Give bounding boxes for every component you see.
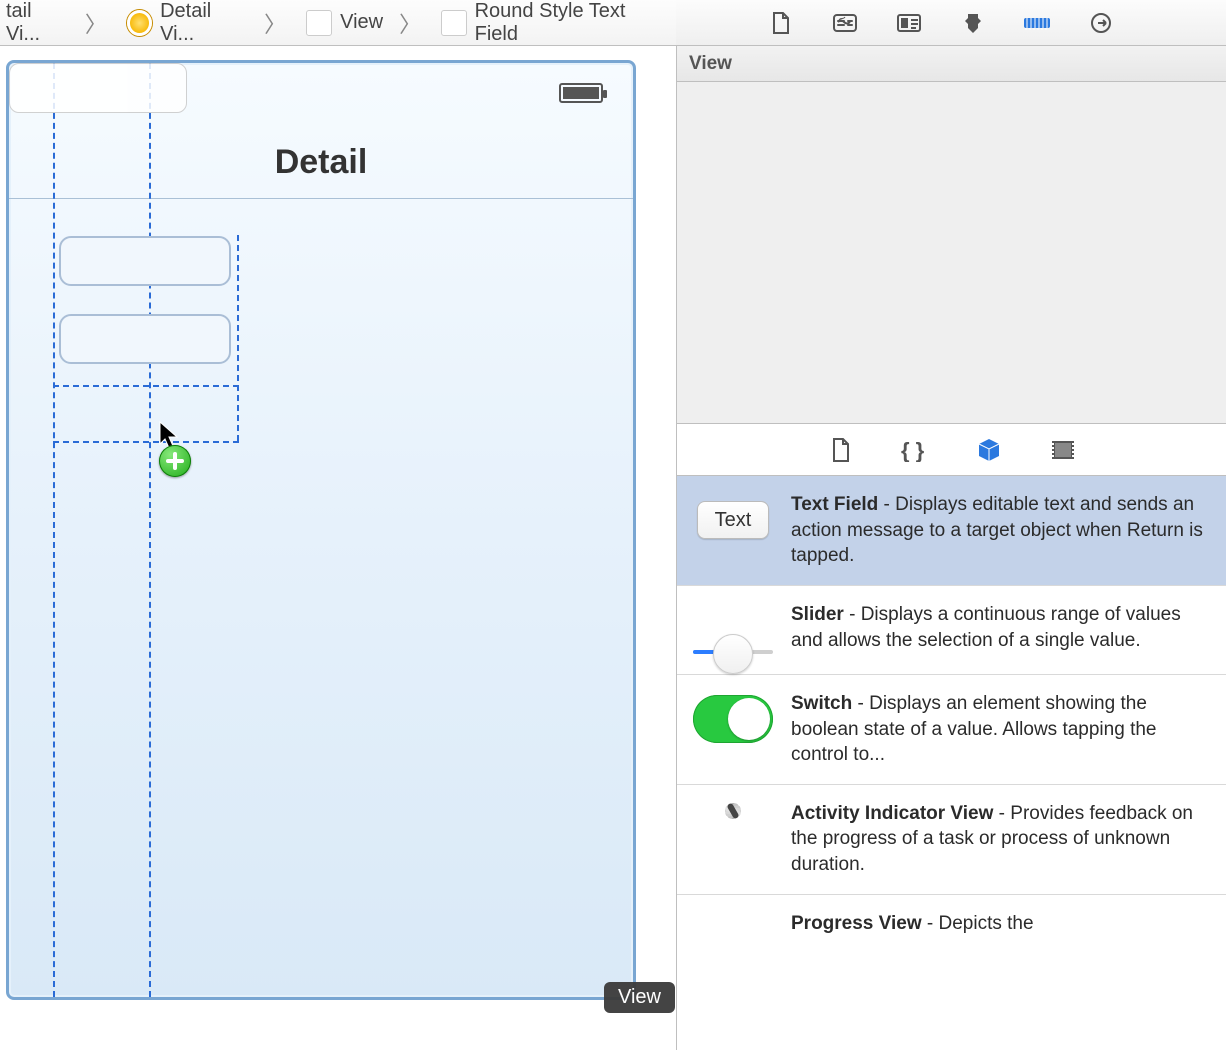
chevron-right-icon: 〉 — [77, 7, 115, 39]
connections-inspector-icon[interactable] — [1086, 10, 1116, 36]
library-item-title: Progress View — [791, 913, 922, 934]
svg-text:{ }: { } — [901, 438, 925, 462]
breadcrumb-item[interactable]: Detail Vi... 〉 — [121, 0, 300, 46]
inspector-empty-area — [677, 82, 1226, 424]
switch-thumb-icon — [693, 695, 773, 743]
breadcrumb-item[interactable]: Round Style Text Field — [435, 0, 676, 46]
text-field-thumb-icon: Text — [697, 501, 769, 539]
breadcrumb-label: View — [340, 11, 383, 34]
library-item-description: Progress View - Depicts the — [791, 911, 1034, 937]
file-template-icon[interactable] — [827, 436, 855, 464]
library-item-description: Activity Indicator View - Provides feedb… — [791, 801, 1208, 878]
library-item-slider[interactable]: Slider - Displays a continuous range of … — [677, 586, 1226, 675]
text-field[interactable] — [59, 236, 231, 286]
breadcrumb-item[interactable]: tail Vi... 〉 — [0, 0, 121, 46]
size-inspector-icon[interactable] — [1022, 10, 1052, 36]
breadcrumb-label: Detail Vi... — [160, 0, 248, 46]
object-library-icon[interactable] — [975, 436, 1003, 464]
battery-icon — [559, 83, 609, 105]
utilities-pane: View { } Text Text Field - Displays edit… — [676, 46, 1226, 1050]
library-item-text-field[interactable]: Text Text Field - Displays editable text… — [677, 476, 1226, 586]
library-item-title: Text Field — [791, 494, 878, 515]
textfield-icon — [441, 10, 466, 36]
alignment-guide-vertical — [237, 235, 239, 441]
library-item-thumb: Text — [693, 492, 773, 548]
text-field[interactable] — [59, 314, 231, 364]
library-item-thumb — [693, 911, 773, 967]
code-snippet-icon[interactable]: { } — [901, 436, 929, 464]
activity-indicator-thumb-icon — [706, 802, 760, 856]
view-icon — [306, 10, 332, 36]
inspector-tab-bar — [676, 0, 1226, 46]
library-tab-bar: { } — [677, 424, 1226, 476]
library-item-activity-indicator[interactable]: Activity Indicator View - Provides feedb… — [677, 785, 1226, 895]
library-item-description: Text Field - Displays editable text and … — [791, 492, 1208, 569]
navigation-bar-title[interactable]: Detail — [9, 143, 633, 182]
quick-help-icon[interactable] — [830, 10, 860, 36]
element-hover-label: View — [604, 982, 675, 1013]
library-item-thumb — [693, 801, 773, 857]
library-item-text: - Depicts the — [922, 913, 1034, 934]
library-item-progress-view[interactable]: Progress View - Depicts the — [677, 895, 1226, 983]
library-item-description: Slider - Displays a continuous range of … — [791, 602, 1208, 653]
object-library-list[interactable]: Text Text Field - Displays editable text… — [677, 476, 1226, 1050]
library-item-title: Slider — [791, 604, 844, 625]
navigation-bar-separator — [9, 198, 633, 199]
inspector-header: View — [677, 46, 1226, 82]
library-item-thumb — [693, 602, 773, 658]
library-item-title: Switch — [791, 693, 852, 714]
library-item-thumb — [693, 691, 773, 747]
file-inspector-icon[interactable] — [766, 10, 796, 36]
alignment-guide-vertical — [149, 63, 151, 997]
attributes-inspector-icon[interactable] — [958, 10, 988, 36]
storyboard-canvas[interactable]: Detail — [6, 60, 636, 1000]
alignment-guide-horizontal — [53, 385, 239, 387]
library-item-title: Activity Indicator View — [791, 803, 993, 824]
chevron-right-icon: 〉 — [391, 7, 429, 39]
library-item-switch[interactable]: Switch - Displays an element showing the… — [677, 675, 1226, 785]
breadcrumb-label: Round Style Text Field — [475, 0, 670, 46]
library-item-text: - Displays a continuous range of values … — [791, 604, 1181, 651]
storyboard-scene-icon — [127, 10, 152, 36]
drag-add-badge-icon — [159, 445, 191, 477]
chevron-right-icon: 〉 — [256, 7, 294, 39]
alignment-guide-horizontal — [53, 441, 239, 443]
text-field-drag-preview[interactable] — [9, 63, 187, 113]
breadcrumb-label: tail Vi... — [6, 0, 69, 46]
identity-inspector-icon[interactable] — [894, 10, 924, 36]
breadcrumb-item[interactable]: View 〉 — [300, 7, 435, 39]
alignment-guide-vertical — [53, 63, 55, 997]
library-item-description: Switch - Displays an element showing the… — [791, 691, 1208, 768]
slider-thumb-icon — [693, 628, 773, 632]
media-library-icon[interactable] — [1049, 436, 1077, 464]
